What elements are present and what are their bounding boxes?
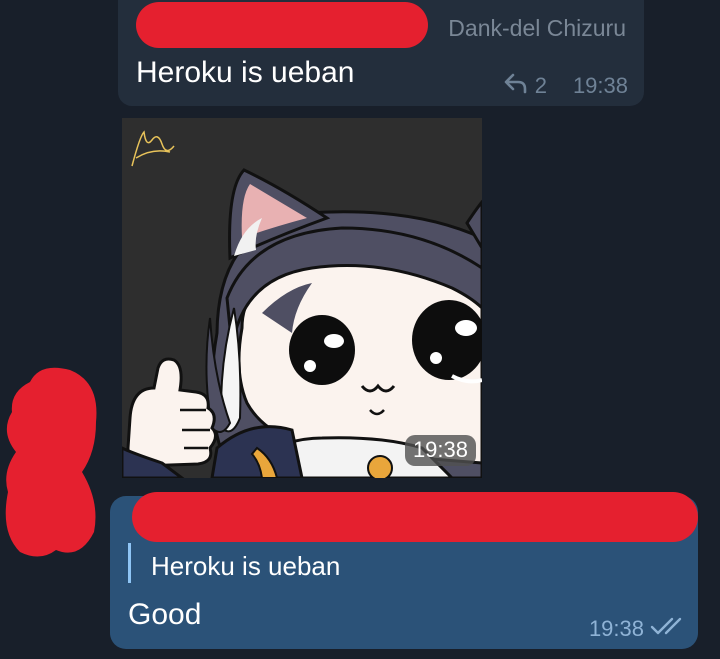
sender-name[interactable]: Dank-del Chizuru xyxy=(448,15,626,42)
quoted-reply[interactable]: Heroku is ueban xyxy=(128,543,340,583)
sticker-time: 19:38 xyxy=(404,435,476,466)
incoming-message-bubble[interactable]: Dank-del Chizuru Heroku is ueban 2 19:38 xyxy=(118,0,644,106)
reply-count: 2 xyxy=(534,73,547,98)
message-text: Good xyxy=(128,598,202,631)
double-check-icon xyxy=(650,616,686,642)
reply-arrow-icon xyxy=(503,72,529,100)
redacted-name-overlay xyxy=(136,2,428,48)
message-meta: 2 19:38 xyxy=(503,72,628,100)
reply-count-button[interactable]: 2 xyxy=(503,72,547,100)
message-meta: 19:38 xyxy=(589,616,686,642)
outgoing-message-bubble[interactable]: Heroku is ueban Good 19:38 xyxy=(110,492,698,649)
redacted-avatar-overlay xyxy=(0,362,110,562)
message-text: Heroku is ueban xyxy=(136,56,355,89)
redacted-name-overlay xyxy=(132,492,698,542)
cat-girl-sticker-image xyxy=(122,118,482,478)
sticker-message[interactable]: 19:38 xyxy=(122,118,482,478)
message-time: 19:38 xyxy=(572,73,628,98)
message-time: 19:38 xyxy=(588,616,644,641)
